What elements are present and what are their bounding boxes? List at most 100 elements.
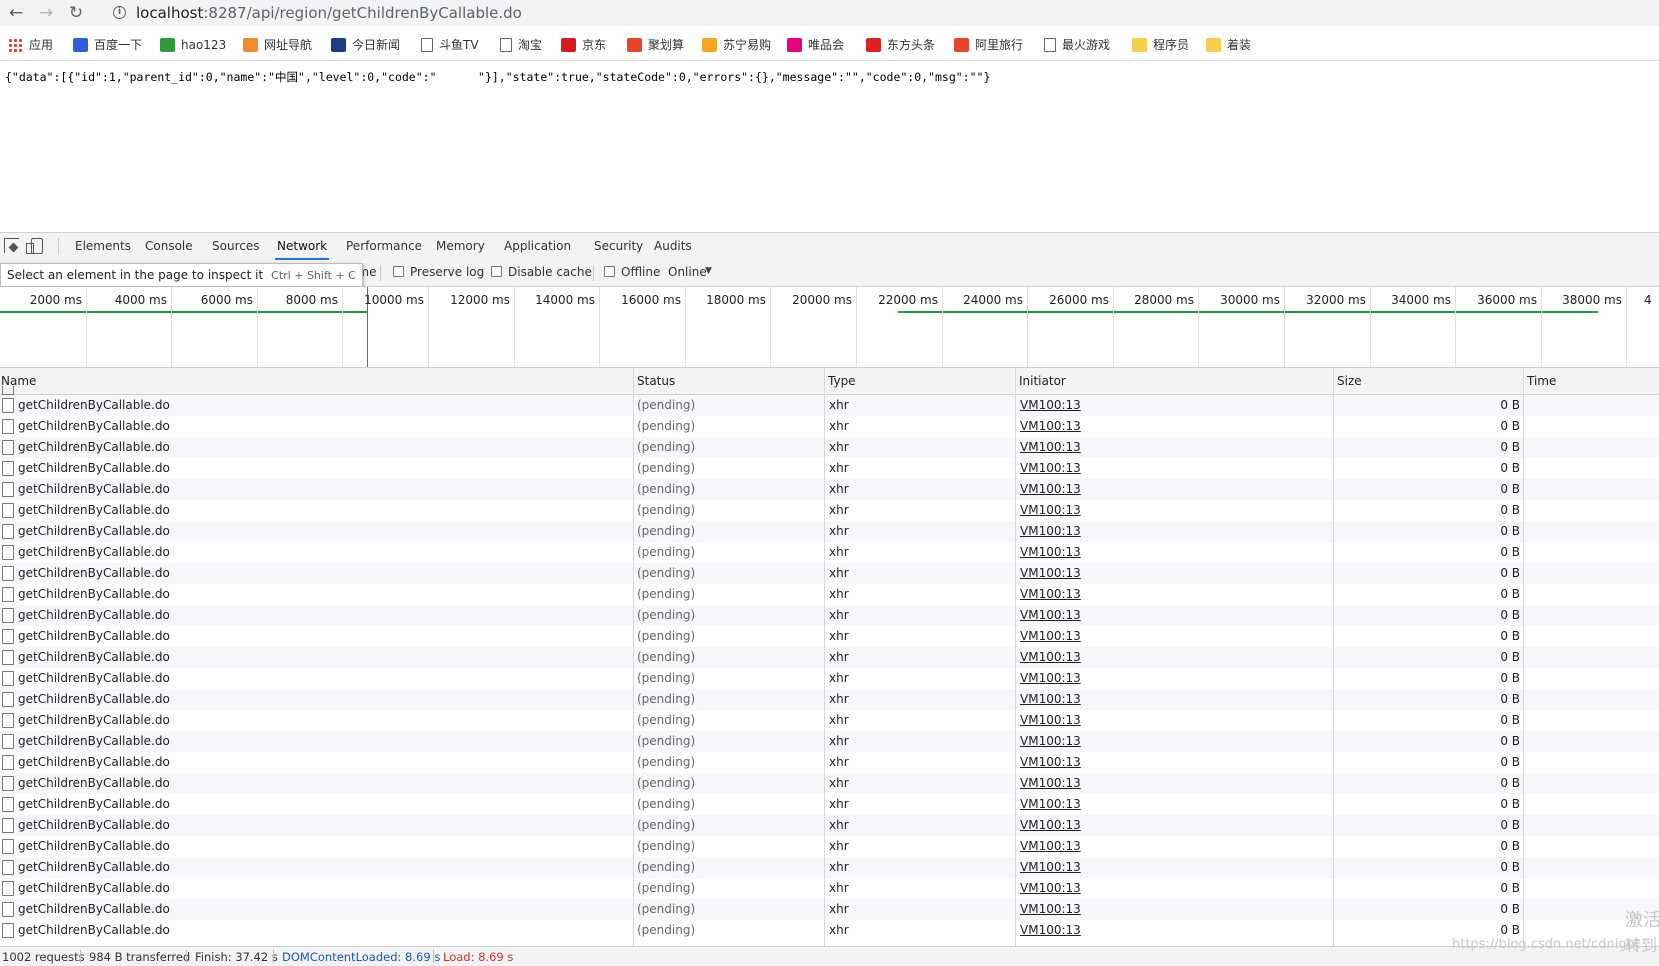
request-initiator-link[interactable]: VM100:13 [1020,839,1081,853]
request-initiator-link[interactable]: VM100:13 [1020,440,1081,454]
table-row[interactable]: getChildrenByCallable.do (pending) xhr VM10… [0,731,1659,752]
bookmark-item[interactable]: 唯品会 [787,36,844,54]
table-row[interactable]: getChildrenByCallable.do (pending) xhr VM10… [0,521,1659,542]
checkbox-box[interactable] [604,266,615,277]
request-initiator-link[interactable]: VM100:13 [1020,419,1081,433]
table-row[interactable]: getChildrenByCallable.do (pending) xhr VM10… [0,437,1659,458]
request-initiator-link[interactable]: VM100:13 [1020,629,1081,643]
caret-down-icon[interactable]: ▼ [705,266,712,276]
column-divider[interactable] [1015,368,1016,946]
table-row[interactable]: getChildrenByCallable.do (pending) xhr VM10… [0,458,1659,479]
inspect-element-icon[interactable] [4,238,19,253]
bookmark-item[interactable]: 淘宝 [500,36,542,54]
request-initiator-link[interactable]: VM100:13 [1020,881,1081,895]
apps-grid-icon [8,38,23,52]
table-row[interactable]: getChildrenByCallable.do (pending) xhr VM10… [0,647,1659,668]
table-row[interactable]: getChildrenByCallable.do (pending) xhr VM10… [0,626,1659,647]
bookmark-item[interactable]: 网址导航 [243,36,312,54]
device-toolbar-icon[interactable] [26,238,43,254]
bookmark-item[interactable]: 最火游戏 [1044,36,1110,54]
request-initiator-link[interactable]: VM100:13 [1020,776,1081,790]
column-divider[interactable] [1523,368,1524,946]
table-row[interactable]: getChildrenByCallable.do (pending) xhr VM10… [0,899,1659,920]
request-initiator-link[interactable]: VM100:13 [1020,587,1081,601]
forward-arrow-icon[interactable]: → [36,3,56,23]
table-row[interactable]: getChildrenByCallable.do (pending) xhr VM10… [0,752,1659,773]
request-initiator-link[interactable]: VM100:13 [1020,671,1081,685]
table-row[interactable]: getChildrenByCallable.do (pending) xhr VM10… [0,815,1659,836]
bookmark-item[interactable]: 程序员 [1132,36,1189,54]
disable-cache-checkbox[interactable]: Disable cache [491,265,592,279]
bookmark-item[interactable]: 着装 [1206,36,1251,54]
request-initiator-link[interactable]: VM100:13 [1020,797,1081,811]
table-row[interactable]: getChildrenByCallable.do (pending) xhr VM10… [0,857,1659,878]
tab-application[interactable]: Application [504,233,571,260]
request-initiator-link[interactable]: VM100:13 [1020,692,1081,706]
request-initiator-link[interactable]: VM100:13 [1020,608,1081,622]
bookmark-item[interactable]: 阿里旅行 [954,36,1023,54]
request-initiator-link[interactable]: VM100:13 [1020,923,1081,937]
bookmark-item[interactable]: 今日新闻 [331,36,400,54]
bookmark-item[interactable]: 东方头条 [866,36,935,54]
table-row[interactable]: getChildrenByCallable.do (pending) xhr VM10… [0,668,1659,689]
column-divider[interactable] [633,368,634,946]
info-icon[interactable]: i [113,6,126,19]
request-initiator-link[interactable]: VM100:13 [1020,482,1081,496]
request-initiator-link[interactable]: VM100:13 [1020,503,1081,517]
request-initiator-link[interactable]: VM100:13 [1020,650,1081,664]
request-initiator-link[interactable]: VM100:13 [1020,755,1081,769]
checkbox-box[interactable] [491,266,502,277]
bookmark-item[interactable]: hao123 [160,36,226,54]
column-divider[interactable] [1333,368,1334,946]
tab-audits[interactable]: Audits [654,233,692,260]
table-row[interactable]: getChildrenByCallable.do (pending) xhr VM10… [0,773,1659,794]
reload-icon[interactable]: ↻ [66,3,86,23]
tab-console[interactable]: Console [145,233,193,260]
table-row[interactable]: getChildrenByCallable.do (pending) xhr VM10… [0,479,1659,500]
tab-performance[interactable]: Performance [346,233,422,260]
bookmark-item[interactable]: 斗鱼TV [421,36,479,54]
bookmark-item[interactable]: 百度一下 [73,36,142,54]
tab-memory[interactable]: Memory [436,233,485,260]
column-divider[interactable] [824,368,825,946]
offline-checkbox[interactable]: Offline [604,265,660,279]
tab-sources[interactable]: Sources [212,233,259,260]
table-row[interactable]: getChildrenByCallable.do (pending) xhr VM10… [0,395,1659,416]
table-row[interactable]: getChildrenByCallable.do (pending) xhr VM10… [0,920,1659,941]
table-row[interactable]: getChildrenByCallable.do (pending) xhr VM10… [0,878,1659,899]
request-initiator-link[interactable]: VM100:13 [1020,545,1081,559]
table-row[interactable]: getChildrenByCallable.do (pending) xhr VM10… [0,584,1659,605]
url-text[interactable]: localhost:8287/api/region/getChildrenByC… [136,4,522,22]
request-initiator-link[interactable]: VM100:13 [1020,734,1081,748]
table-row[interactable]: getChildrenByCallable.do (pending) xhr VM10… [0,794,1659,815]
bookmark-item[interactable]: 京东 [561,36,606,54]
table-row[interactable]: getChildrenByCallable.do (pending) xhr VM10… [0,500,1659,521]
bookmark-item[interactable]: 苏宁易购 [702,36,771,54]
table-row[interactable]: getChildrenByCallable.do (pending) xhr VM10… [0,542,1659,563]
tab-elements[interactable]: Elements [75,233,131,260]
request-initiator-link[interactable]: VM100:13 [1020,860,1081,874]
table-row[interactable]: getChildrenByCallable.do (pending) xhr VM10… [0,710,1659,731]
table-row[interactable]: getChildrenByCallable.do (pending) xhr VM10… [0,689,1659,710]
request-initiator-link[interactable]: VM100:13 [1020,566,1081,580]
network-overview-timeline[interactable]: 2000 ms 4000 ms 6000 ms 8000 ms 10000 ms 1200… [0,287,1659,368]
tab-network[interactable]: Network [275,233,330,260]
preserve-log-checkbox[interactable]: Preserve log [393,265,484,279]
request-initiator-link[interactable]: VM100:13 [1020,902,1081,916]
request-initiator-link[interactable]: VM100:13 [1020,818,1081,832]
bookmark-item[interactable]: 应用 [8,36,53,54]
table-row[interactable]: getChildrenByCallable.do (pending) xhr VM10… [0,605,1659,626]
url-field[interactable]: i localhost:8287/api/region/getChildrenB… [101,1,1659,25]
request-initiator-link[interactable]: VM100:13 [1020,713,1081,727]
bookmark-item[interactable]: 聚划算 [627,36,684,54]
request-initiator-link[interactable]: VM100:13 [1020,398,1081,412]
table-row[interactable]: getChildrenByCallable.do (pending) xhr VM10… [0,563,1659,584]
table-row[interactable]: getChildrenByCallable.do (pending) xhr VM10… [0,836,1659,857]
table-row[interactable]: getChildrenByCallable.do (pending) xhr VM10… [0,416,1659,437]
request-initiator-link[interactable]: VM100:13 [1020,524,1081,538]
throttling-select[interactable]: Online [668,265,707,279]
back-arrow-icon[interactable]: ← [6,3,26,23]
checkbox-box[interactable] [393,266,404,277]
tab-security[interactable]: Security [594,233,643,260]
request-initiator-link[interactable]: VM100:13 [1020,461,1081,475]
